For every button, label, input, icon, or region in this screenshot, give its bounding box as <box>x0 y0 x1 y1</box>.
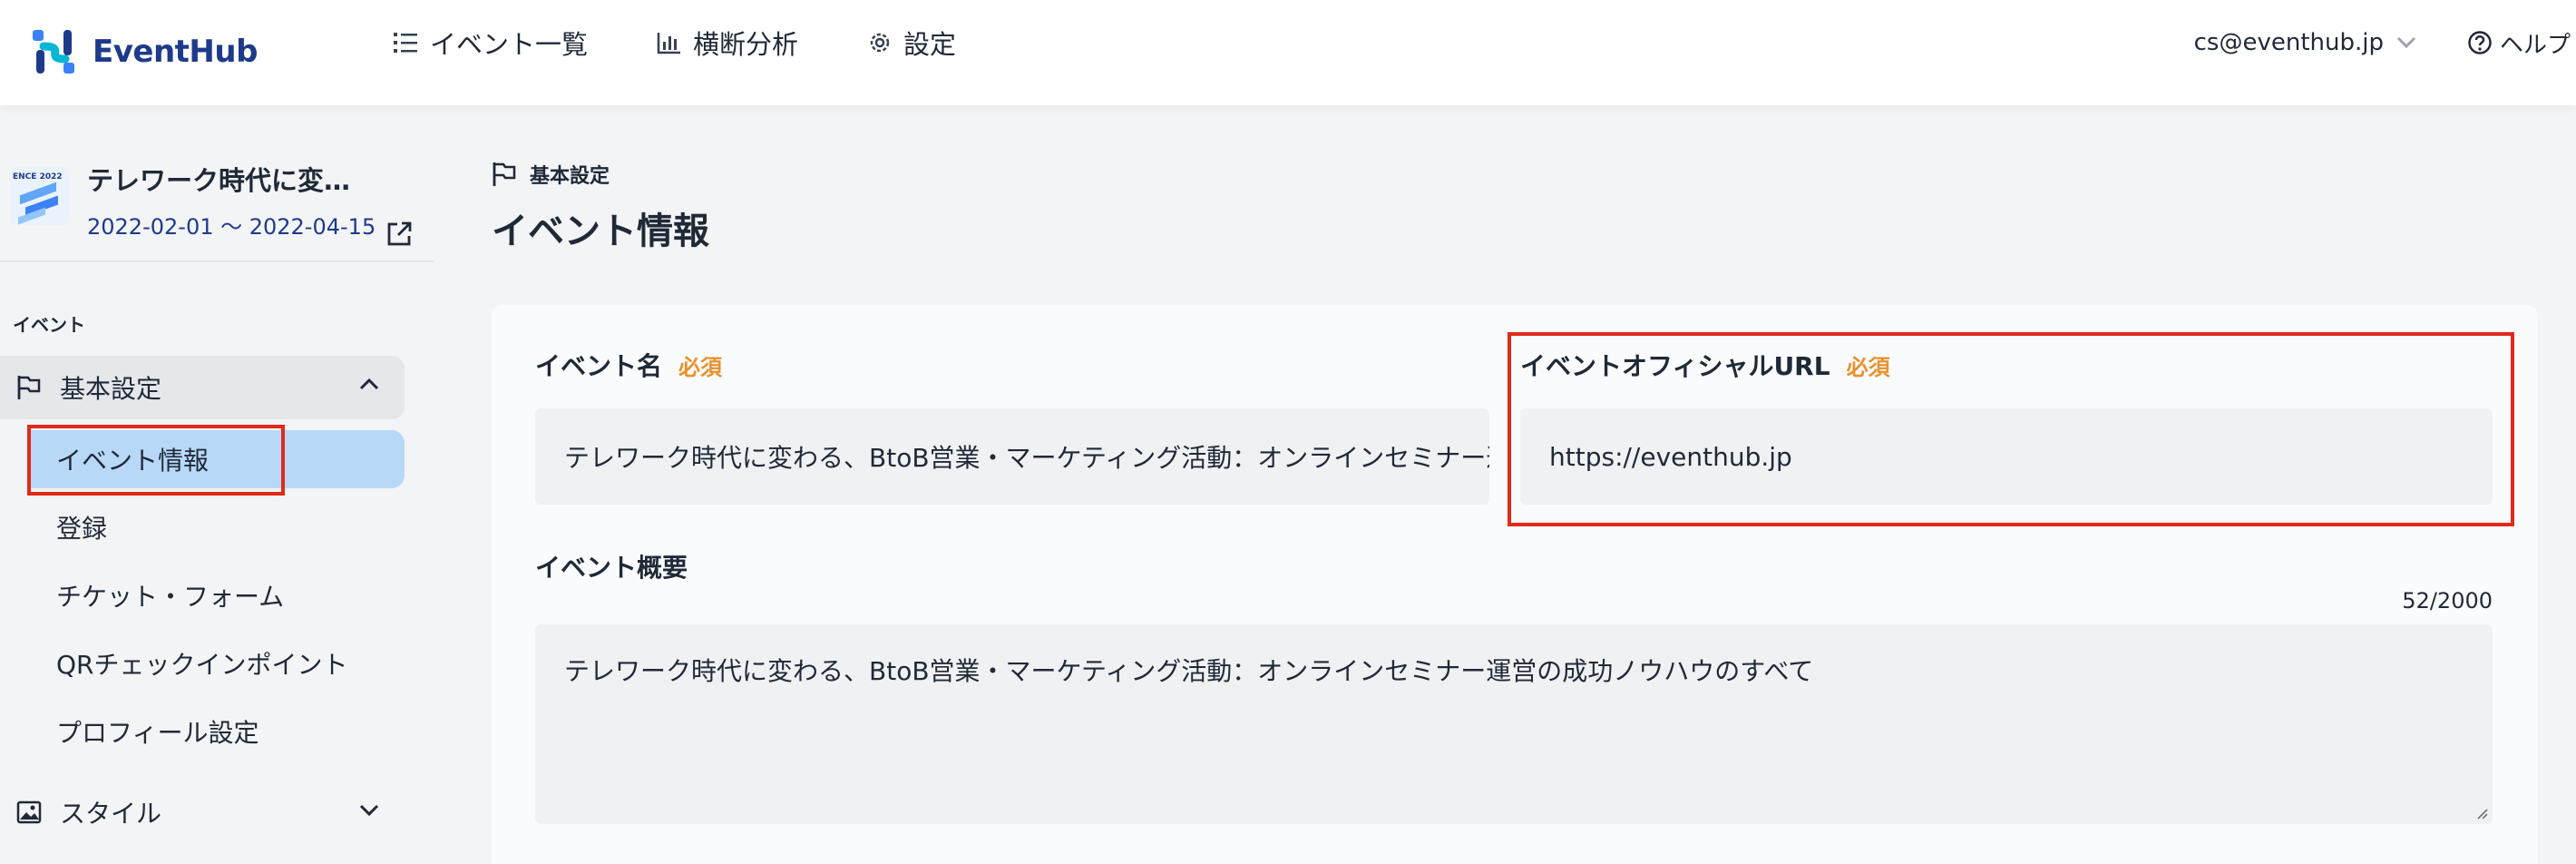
list-icon <box>394 33 417 53</box>
sidebar-divider <box>0 260 434 262</box>
nav-cross-analysis[interactable]: 横断分析 <box>657 24 798 62</box>
nav-label: イベント一覧 <box>430 29 589 60</box>
sidebar-item-label: プロフィール設定 <box>56 718 259 748</box>
eventhub-logo-icon <box>33 30 74 74</box>
main-nav: イベント一覧 横断分析 設定 <box>394 0 1025 85</box>
app-name: EventHub <box>93 34 258 70</box>
label-text: イベント概要 <box>535 553 688 583</box>
label-text: イベントオフィシャルURL <box>1520 351 1830 381</box>
required-badge: 必須 <box>678 355 723 380</box>
nav-event-list[interactable]: イベント一覧 <box>394 24 588 62</box>
official-url-input[interactable]: https://eventhub.jp <box>1520 408 2493 505</box>
sidebar-item-tickets-forms[interactable]: チケット・フォーム <box>27 566 405 624</box>
external-link-icon[interactable] <box>385 220 414 249</box>
flag-icon <box>493 162 516 186</box>
event-info-form: イベント名 必須 テレワーク時代に変わる、BtoB営業・マーケティング活動：オン… <box>492 305 2538 864</box>
sidebar-item-event-info[interactable]: イベント情報 <box>27 430 405 488</box>
sidebar-item-label: チケット・フォーム <box>56 582 285 612</box>
official-url-label: イベントオフィシャルURL 必須 <box>1520 347 1890 383</box>
page-title: イベント情報 <box>492 211 709 252</box>
sidebar-section-label: イベント <box>13 314 85 336</box>
sidebar-item-profile-settings[interactable]: プロフィール設定 <box>27 702 405 761</box>
event-name: テレワーク時代に変… <box>87 165 350 196</box>
sidebar-item-qr-checkin[interactable]: QRチェックインポイント <box>27 634 405 692</box>
event-dates: 2022-02-01 〜 2022-04-15 <box>87 214 376 240</box>
sidebar-group-label: スタイル <box>60 799 162 829</box>
event-thumbnail: ENCE 2022 <box>11 167 69 225</box>
event-name-label: イベント名 必須 <box>535 347 722 383</box>
sidebar-group-label: 基本設定 <box>60 374 162 404</box>
character-counter: 52/2000 <box>2402 588 2493 614</box>
help-label: ヘルプ <box>2499 31 2571 59</box>
breadcrumb: 基本設定 <box>492 160 610 189</box>
sidebar-item-label: イベント情報 <box>56 446 210 476</box>
top-bar: EventHub イベント一覧 横断分析 設定 cs@eventhub.jp ヘ… <box>0 0 2576 105</box>
sidebar-group-style[interactable]: スタイル <box>0 781 405 844</box>
event-name-input[interactable]: テレワーク時代に変わる、BtoB営業・マーケティング活動：オンラインセミナー運営… <box>535 408 1489 505</box>
image-icon <box>16 800 42 824</box>
event-summary: ENCE 2022 テレワーク時代に変… 2022-02-01 〜 2022-0… <box>11 154 412 254</box>
event-summary-textarea[interactable]: テレワーク時代に変わる、BtoB営業・マーケティング活動：オンラインセミナー運営… <box>535 624 2493 824</box>
help-link[interactable]: ヘルプ <box>2467 0 2571 85</box>
nav-label: 設定 <box>903 29 957 60</box>
required-badge: 必須 <box>1846 355 1890 380</box>
nav-settings[interactable]: 設定 <box>867 24 956 62</box>
sidebar-group-basic-settings[interactable]: 基本設定 <box>0 356 405 419</box>
thumbnail-text: ENCE 2022 <box>13 172 63 182</box>
gear-icon <box>870 33 890 53</box>
account-menu[interactable]: cs@eventhub.jp <box>2194 0 2416 85</box>
event-summary-label: イベント概要 <box>535 548 688 584</box>
sidebar-item-label: QRチェックインポイント <box>56 650 348 680</box>
label-text: イベント名 <box>535 351 663 381</box>
bar-chart-icon <box>657 33 681 54</box>
summary-text: テレワーク時代に変わる、BtoB営業・マーケティング活動：オンラインセミナー運営… <box>564 656 1814 686</box>
help-icon <box>2468 31 2492 54</box>
chevron-down-icon <box>359 804 379 817</box>
sidebar-item-label: 登録 <box>56 514 108 544</box>
account-email: cs@eventhub.jp <box>2193 29 2384 56</box>
flag-icon <box>17 376 41 399</box>
event-meta: テレワーク時代に変… 2022-02-01 〜 2022-04-15 <box>87 154 376 241</box>
chevron-down-icon <box>2396 36 2416 49</box>
sidebar-item-registration[interactable]: 登録 <box>27 498 405 556</box>
resize-handle-icon[interactable] <box>2474 806 2489 820</box>
sidebar: ENCE 2022 テレワーク時代に変… 2022-02-01 〜 2022-0… <box>0 105 434 864</box>
chevron-up-icon <box>359 378 379 390</box>
nav-label: 横断分析 <box>693 29 799 60</box>
logo[interactable]: EventHub <box>31 20 258 83</box>
breadcrumb-label: 基本設定 <box>530 165 610 188</box>
